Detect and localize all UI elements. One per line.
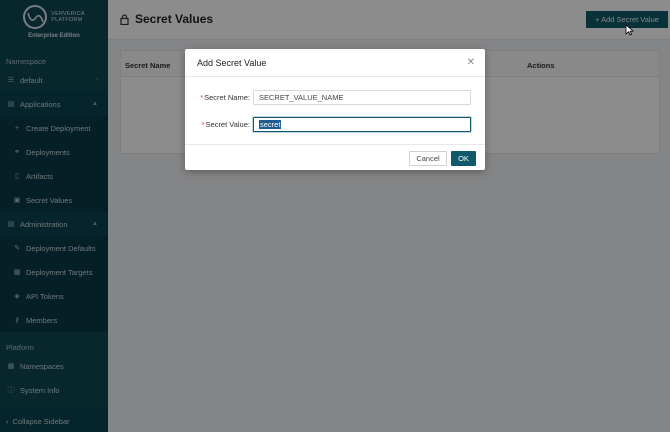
secret-name-row: *Secret Name: SECRET_VALUE_NAME (185, 89, 485, 105)
secret-name-input[interactable]: SECRET_VALUE_NAME (253, 89, 471, 105)
dialog-title: Add Secret Value (197, 58, 267, 68)
secret-value-row: *Secret Value: secret (185, 116, 485, 132)
dialog-footer: Cancel OK (185, 144, 485, 170)
cancel-button[interactable]: Cancel (409, 151, 447, 166)
close-icon[interactable]: ✕ (467, 57, 475, 68)
dialog-header: Add Secret Value ✕ (185, 49, 485, 77)
add-secret-value-dialog: Add Secret Value ✕ *Secret Name: SECRET_… (185, 49, 485, 170)
secret-value-selected-text: secret (259, 119, 282, 129)
secret-value-label: *Secret Value: (201, 119, 250, 129)
secret-value-input[interactable]: secret (253, 116, 471, 132)
secret-name-value: SECRET_VALUE_NAME (259, 92, 344, 102)
ok-button[interactable]: OK (451, 151, 476, 166)
mouse-cursor-icon (625, 24, 634, 36)
secret-name-label: *Secret Name: (200, 92, 250, 102)
